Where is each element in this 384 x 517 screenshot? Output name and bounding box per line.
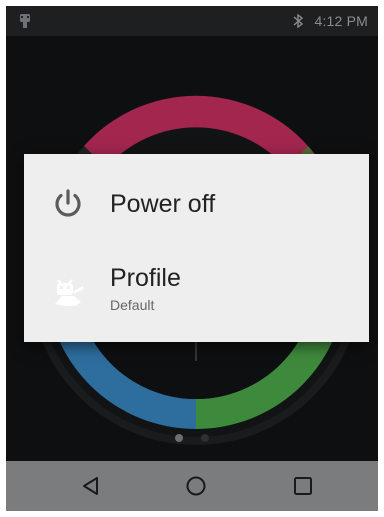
profile-icon — [55, 279, 84, 306]
back-icon[interactable] — [79, 474, 103, 498]
notification-app-icon — [20, 14, 30, 28]
page-dot[interactable] — [175, 434, 183, 442]
power-off-label: Power off — [110, 190, 216, 218]
device-screen: 4:12 PM Power off Profile Default — [6, 6, 378, 511]
status-bar: 4:12 PM — [6, 6, 378, 36]
recents-icon[interactable] — [291, 474, 315, 498]
status-clock: 4:12 PM — [314, 13, 368, 29]
status-right-group: 4:12 PM — [292, 6, 368, 36]
profile-menu-item[interactable]: Profile Default — [24, 254, 369, 342]
home-icon[interactable] — [184, 474, 208, 498]
page-indicator — [6, 434, 378, 442]
power-off-menu-item[interactable]: Power off — [24, 154, 369, 254]
power-icon — [55, 189, 81, 217]
power-menu-dialog: Power off Profile Default — [24, 154, 369, 342]
bluetooth-icon — [293, 13, 304, 29]
profile-label: Profile — [110, 264, 181, 292]
profile-sublabel: Default — [110, 297, 155, 313]
navigation-bar — [6, 461, 378, 511]
page-dot-active[interactable] — [201, 434, 209, 442]
